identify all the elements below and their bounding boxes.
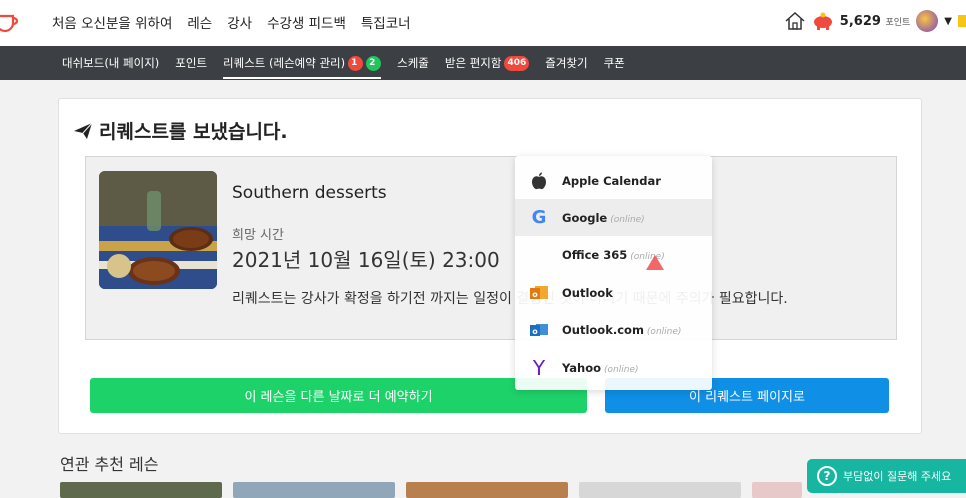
piggy-bank-icon [813, 12, 832, 30]
calendar-option-office365[interactable]: Office 365 (online) [515, 236, 712, 273]
calendar-option-label: Outlook [562, 285, 613, 300]
nav-beginners[interactable]: 처음 오신분을 위하여 [52, 12, 172, 32]
nav-special[interactable]: 특집코너 [361, 12, 411, 32]
user-area: 5,629 포인트 ▼ [784, 10, 966, 32]
extra-menu-icon[interactable] [958, 15, 966, 27]
calendar-option-label: Apple Calendar [562, 173, 661, 188]
home-icon[interactable] [784, 11, 806, 31]
calendar-option-yahoo[interactable]: Y Yahoo (online) [515, 349, 712, 386]
calendar-option-label: Outlook.com [562, 322, 644, 337]
lesson-thumbnail [99, 171, 217, 289]
page-title: 리퀘스트를 보냈습니다. [73, 117, 288, 144]
help-label: 부담없이 질문해 주세요 [843, 470, 952, 483]
tab-inbox[interactable]: 받은 편지함 406 [444, 55, 530, 71]
calendar-option-outlook-com[interactable]: o Outlook.com (online) [515, 311, 712, 348]
tab-dashboard[interactable]: 대쉬보드(내 페이지) [62, 55, 159, 71]
tab-request-label: 리퀘스트 (레슨예약 관리) [223, 56, 346, 70]
preferred-time-label: 희망 시간 [232, 228, 284, 243]
calendar-option-label: Google [562, 210, 608, 225]
tab-favorites[interactable]: 즐겨찾기 [545, 55, 587, 71]
points-value: 5,629 [839, 13, 881, 29]
tab-schedule[interactable]: 스케줄 [397, 55, 429, 71]
svg-text:o: o [532, 290, 538, 299]
calendar-option-label: Office 365 [562, 247, 628, 262]
tab-inbox-label: 받은 편지함 [444, 56, 502, 70]
nav-feedback[interactable]: 수강생 피드백 [267, 12, 346, 32]
main-nav: 처음 오신분을 위하여 레슨 강사 수강생 피드백 특집코너 [52, 12, 411, 32]
related-lesson-thumb[interactable] [233, 482, 395, 498]
add-to-calendar-menu: Apple Calendar G Google (online) Office 3… [515, 156, 712, 390]
online-tag: (online) [604, 364, 639, 375]
rebook-button[interactable]: 이 레슨을 다른 날짜로 더 예약하기 [90, 378, 587, 413]
related-lesson-thumb[interactable] [579, 482, 741, 498]
question-icon: ? [817, 466, 837, 486]
top-bar: 처음 오신분을 위하여 레슨 강사 수강생 피드백 특집코너 5,629 포인트… [0, 0, 966, 46]
related-lesson-thumb[interactable] [406, 482, 568, 498]
online-tag: (online) [610, 214, 645, 225]
outlook-icon: o [529, 283, 549, 303]
sub-nav: 대쉬보드(내 페이지) 포인트 리퀘스트 (레슨예약 관리) 1 2 스케줄 받… [62, 46, 625, 80]
points-display[interactable]: 5,629 포인트 [840, 14, 911, 29]
cup-logo-icon[interactable] [0, 11, 20, 35]
paper-plane-icon [74, 122, 93, 139]
google-icon: G [531, 207, 547, 228]
yahoo-icon: Y [532, 355, 546, 380]
lesson-title[interactable]: Southern desserts [232, 183, 387, 203]
apple-icon [529, 171, 549, 191]
page-title-text: 리퀘스트를 보냈습니다. [99, 121, 288, 143]
tab-point[interactable]: 포인트 [175, 55, 207, 71]
related-lesson-thumb[interactable] [60, 482, 222, 498]
calendar-option-outlook[interactable]: o Outlook [515, 274, 712, 311]
avatar[interactable] [916, 10, 939, 32]
nav-teachers[interactable]: 강사 [227, 12, 252, 32]
inbox-badge: 406 [504, 55, 530, 71]
caret-down-icon[interactable]: ▼ [944, 16, 952, 27]
calendar-option-label: Yahoo [562, 360, 602, 375]
warning-icon [646, 255, 664, 270]
points-unit: 포인트 [885, 17, 911, 28]
tab-coupon[interactable]: 쿠폰 [604, 55, 625, 71]
tab-request[interactable]: 리퀘스트 (레슨예약 관리) 1 2 [223, 47, 382, 79]
nav-lessons[interactable]: 레슨 [187, 12, 212, 32]
calendar-option-google[interactable]: G Google (online) [515, 199, 712, 236]
request-badge-red: 1 [348, 55, 364, 71]
outlook-com-icon: o [529, 320, 549, 340]
sub-nav-bar: 대쉬보드(내 페이지) 포인트 리퀘스트 (레슨예약 관리) 1 2 스케줄 받… [0, 46, 966, 80]
calendar-option-apple[interactable]: Apple Calendar [515, 162, 712, 199]
request-badge-green: 2 [366, 55, 382, 71]
svg-text:o: o [532, 327, 538, 336]
related-lesson-thumb[interactable] [752, 482, 802, 498]
preferred-datetime: 2021년 10월 16일(토) 23:00 [232, 248, 500, 272]
help-chat-button[interactable]: ? 부담없이 질문해 주세요 [807, 459, 966, 493]
lesson-summary: Southern desserts 희망 시간 2021년 10월 16일(토)… [85, 156, 897, 340]
related-lessons-title: 연관 추천 레슨 [60, 455, 159, 474]
online-tag: (online) [646, 326, 682, 337]
